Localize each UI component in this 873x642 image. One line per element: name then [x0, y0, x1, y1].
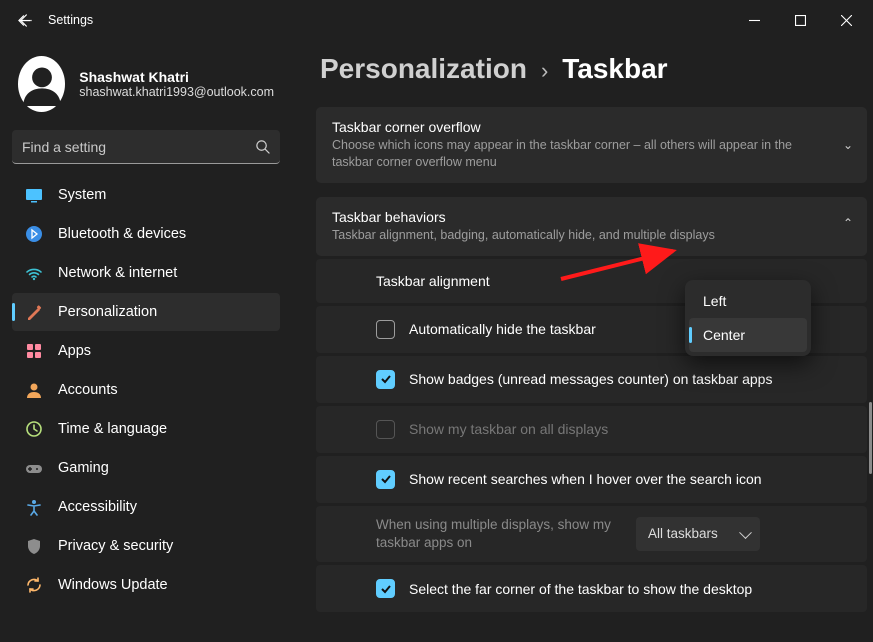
panel-subtitle: Choose which icons may appear in the tas… [332, 137, 821, 171]
account-block[interactable]: Shashwat Khatri shashwat.khatri1993@outl… [8, 48, 284, 126]
sidebar-item-system[interactable]: System [12, 176, 280, 214]
sidebar-item-time[interactable]: Time & language [12, 410, 280, 448]
account-name: Shashwat Khatri [79, 69, 274, 85]
sidebar-item-label: Privacy & security [58, 538, 173, 554]
checkbox-auto-hide[interactable] [376, 320, 395, 339]
sidebar-item-label: Apps [58, 343, 91, 359]
sidebar-item-accounts[interactable]: Accounts [12, 371, 280, 409]
row-label: Show recent searches when I hover over t… [409, 471, 849, 487]
search-input[interactable]: Find a setting [12, 130, 280, 164]
row-far-corner: Select the far corner of the taskbar to … [316, 565, 867, 612]
row-multi-display: When using multiple displays, show my ta… [316, 506, 867, 562]
sidebar-item-bluetooth[interactable]: Bluetooth & devices [12, 215, 280, 253]
sidebar-item-label: Gaming [58, 460, 109, 476]
back-button[interactable] [4, 0, 44, 40]
dropdown-value: All taskbars [648, 526, 718, 541]
sidebar-item-label: Accessibility [58, 499, 137, 515]
sidebar-item-label: Windows Update [58, 577, 168, 593]
chevron-right-icon: › [541, 58, 548, 84]
panel-taskbar-behaviors[interactable]: Taskbar behaviors Taskbar alignment, bad… [316, 197, 867, 256]
sidebar-item-wifi[interactable]: Network & internet [12, 254, 280, 292]
sidebar-item-privacy[interactable]: Privacy & security [12, 527, 280, 565]
row-show-all-displays: Show my taskbar on all displays [316, 406, 867, 453]
sidebar-item-label: Network & internet [58, 265, 177, 281]
titlebar: Settings [0, 0, 873, 40]
scrollbar-thumb[interactable] [869, 402, 872, 474]
row-label: Select the far corner of the taskbar to … [409, 581, 849, 597]
wifi-icon [20, 264, 48, 282]
sidebar-item-label: Personalization [58, 304, 157, 320]
panel-title: Taskbar corner overflow [332, 119, 821, 135]
dropdown-option-left[interactable]: Left [689, 284, 807, 318]
sidebar: Shashwat Khatri shashwat.khatri1993@outl… [8, 48, 284, 605]
search-icon [255, 139, 270, 154]
sidebar-item-update[interactable]: Windows Update [12, 566, 280, 604]
checkbox-all-displays [376, 420, 395, 439]
dropdown-flyout-alignment: Left Center [685, 280, 811, 356]
search-placeholder: Find a setting [22, 139, 255, 155]
accessibility-icon [20, 498, 48, 516]
main-pane: Personalization › Taskbar Taskbar corner… [316, 45, 867, 642]
row-label: Show badges (unread messages counter) on… [409, 371, 849, 387]
minimize-button[interactable] [731, 4, 777, 36]
panel-subtitle: Taskbar alignment, badging, automaticall… [332, 227, 821, 244]
account-email: shashwat.khatri1993@outlook.com [79, 85, 274, 99]
checkbox-recent-searches[interactable] [376, 470, 395, 489]
sidebar-item-personalize[interactable]: Personalization [12, 293, 280, 331]
time-icon [20, 420, 48, 438]
chevron-down-icon: ⌄ [843, 138, 853, 152]
breadcrumb: Personalization › Taskbar [316, 45, 867, 107]
sidebar-item-label: Accounts [58, 382, 118, 398]
breadcrumb-leaf: Taskbar [562, 53, 667, 85]
sidebar-item-apps[interactable]: Apps [12, 332, 280, 370]
dropdown-option-center[interactable]: Center [689, 318, 807, 352]
row-recent-searches: Show recent searches when I hover over t… [316, 456, 867, 503]
sidebar-item-accessibility[interactable]: Accessibility [12, 488, 280, 526]
sidebar-item-label: Bluetooth & devices [58, 226, 186, 242]
sidebar-item-gaming[interactable]: Gaming [12, 449, 280, 487]
system-icon [20, 186, 48, 204]
avatar [18, 56, 65, 112]
row-show-badges: Show badges (unread messages counter) on… [316, 356, 867, 403]
sidebar-item-label: Time & language [58, 421, 167, 437]
checkbox-badges[interactable] [376, 370, 395, 389]
option-label: Left [703, 293, 726, 309]
checkbox-far-corner[interactable] [376, 579, 395, 598]
personalize-icon [20, 303, 48, 321]
close-button[interactable] [823, 4, 869, 36]
sidebar-item-label: System [58, 187, 106, 203]
accounts-icon [20, 381, 48, 399]
chevron-up-icon: ⌃ [843, 216, 853, 230]
apps-icon [20, 342, 48, 360]
dropdown-all-taskbars[interactable]: All taskbars [636, 517, 760, 551]
maximize-button[interactable] [777, 4, 823, 36]
gaming-icon [20, 459, 48, 477]
bluetooth-icon [20, 225, 48, 243]
row-label: Show my taskbar on all displays [409, 421, 849, 437]
row-label: When using multiple displays, show my ta… [376, 516, 636, 552]
privacy-icon [20, 537, 48, 555]
window-title: Settings [48, 13, 93, 27]
panel-corner-overflow[interactable]: Taskbar corner overflow Choose which ico… [316, 107, 867, 183]
panel-title: Taskbar behaviors [332, 209, 821, 225]
option-label: Center [703, 327, 745, 343]
update-icon [20, 576, 48, 594]
breadcrumb-root[interactable]: Personalization [320, 53, 527, 85]
